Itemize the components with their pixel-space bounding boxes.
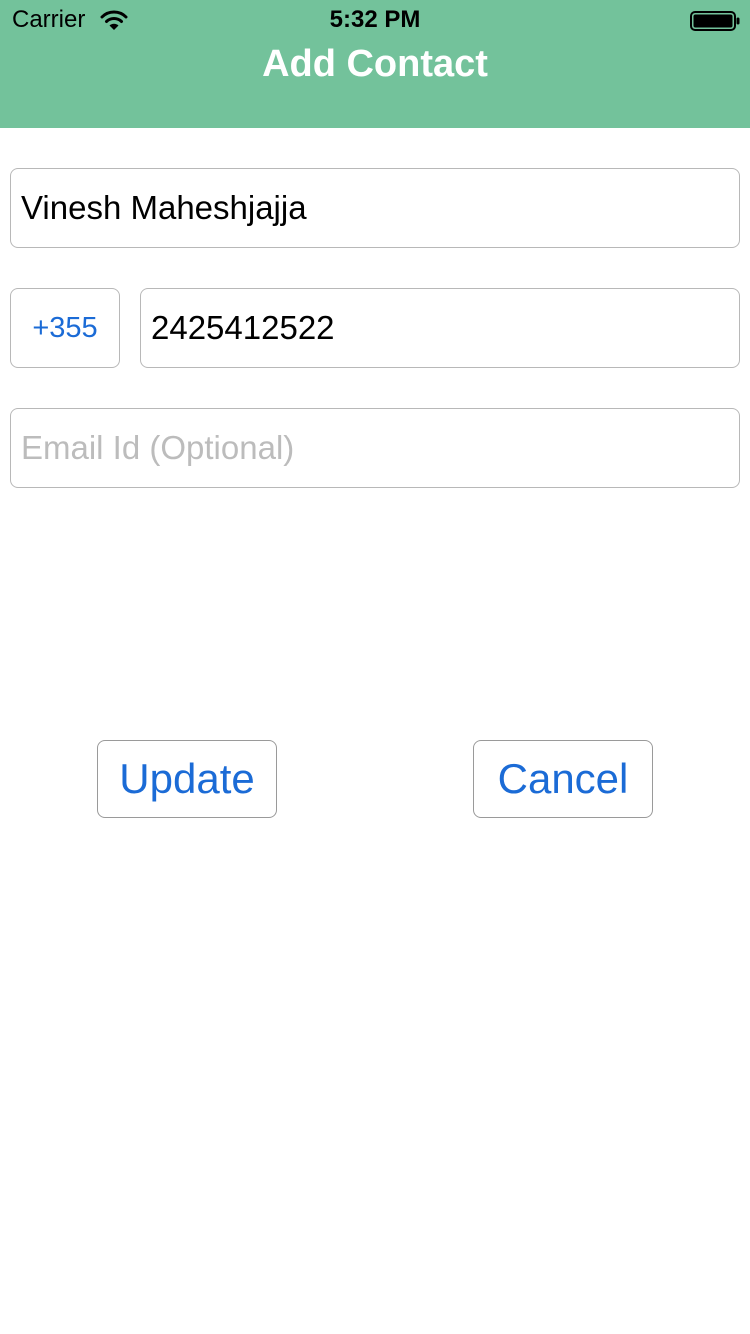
- update-button[interactable]: Update: [97, 740, 277, 818]
- phone-value: 2425412522: [151, 309, 335, 346]
- page-title: Add Contact: [262, 43, 488, 85]
- name-value: Vinesh Maheshjajja: [21, 189, 307, 226]
- cancel-button[interactable]: Cancel: [473, 740, 653, 818]
- country-code-label: +355: [32, 312, 98, 344]
- email-field[interactable]: Email Id (Optional): [10, 408, 740, 488]
- status-time: 5:32 PM: [329, 6, 421, 33]
- nav-bar: Carrier 5:32 PM Add Contact: [0, 0, 750, 128]
- status-bar: Carrier 5:32 PM: [0, 0, 750, 40]
- country-code-button[interactable]: +355: [10, 288, 120, 368]
- email-placeholder: Email Id (Optional): [21, 429, 295, 466]
- name-field[interactable]: Vinesh Maheshjajja: [10, 168, 740, 248]
- battery-icon: [690, 11, 740, 31]
- phone-field[interactable]: 2425412522: [140, 288, 740, 368]
